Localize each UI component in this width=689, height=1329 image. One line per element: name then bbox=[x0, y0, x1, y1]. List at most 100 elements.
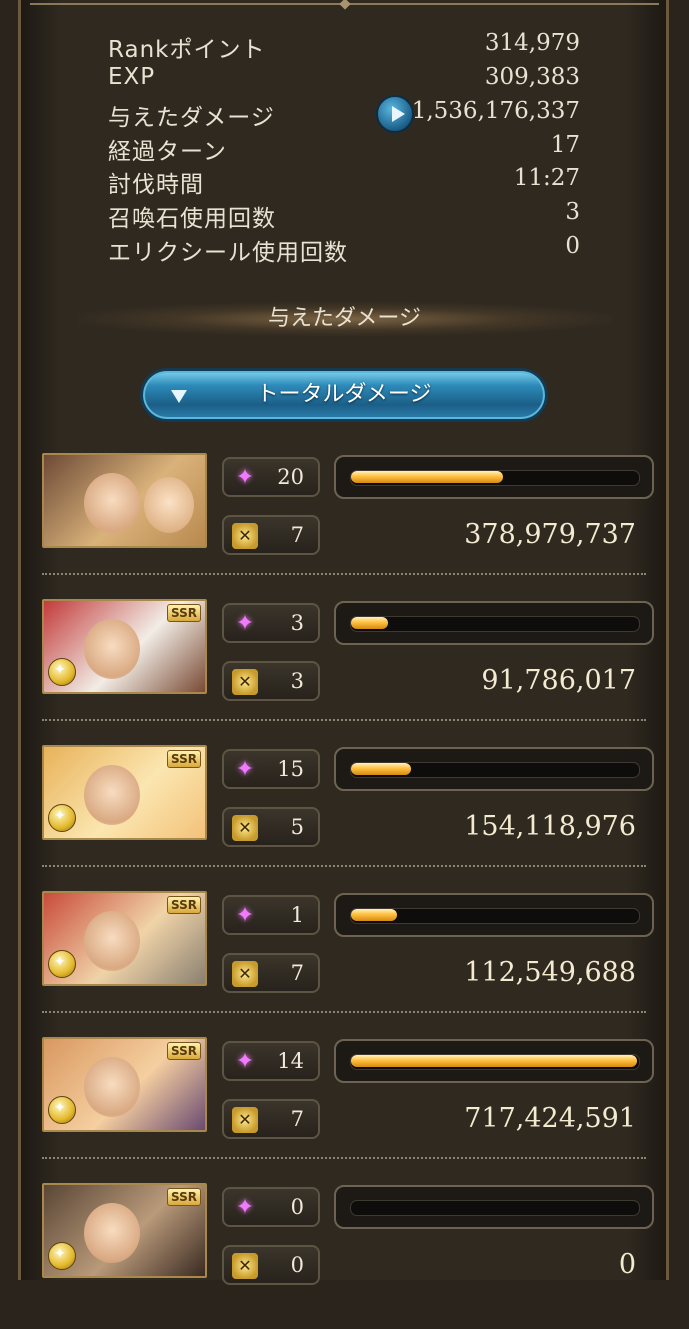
rarity-badge: SSR bbox=[167, 604, 201, 622]
total-damage-toggle-label: トータルダメージ bbox=[256, 382, 432, 407]
sparkle-icon: ✦ bbox=[235, 903, 255, 928]
stat-label: エリクシール使用回数 bbox=[108, 240, 348, 266]
damage-share-fill bbox=[351, 909, 397, 921]
damage-share-bar bbox=[334, 1185, 654, 1229]
damage-share-bar bbox=[334, 601, 654, 645]
ability-use-count: 0 bbox=[290, 1195, 304, 1219]
character-face bbox=[144, 477, 194, 533]
stat-value: 1,536,176,337 bbox=[411, 98, 580, 124]
sparkle-icon: ✦ bbox=[235, 465, 255, 490]
character-row: SSR✦1✕7112,549,688 bbox=[42, 891, 654, 1037]
character-row: SSR ✦15 ✕5 154,118,976 bbox=[42, 745, 654, 891]
ability-use-counter: ✦ 0 bbox=[222, 1187, 320, 1227]
element-light-icon bbox=[48, 1096, 76, 1124]
damage-value: 91,786,017 bbox=[481, 665, 636, 696]
ability-use-counter: ✦ 15 bbox=[222, 749, 320, 789]
damage-share-track bbox=[350, 1054, 640, 1070]
damage-value: 378,979,737 bbox=[464, 519, 636, 550]
stat-row: EXP 309,383 bbox=[108, 64, 580, 96]
ougi-count: 3 bbox=[290, 669, 304, 693]
damage-share-track bbox=[350, 616, 640, 632]
ability-use-count: 1 bbox=[290, 903, 304, 927]
element-light-icon bbox=[48, 950, 76, 978]
stat-label: EXP bbox=[108, 64, 156, 90]
damage-share-fill bbox=[351, 471, 503, 483]
damage-detail-play-button[interactable] bbox=[376, 95, 414, 133]
section-title: 与えたダメージ bbox=[268, 306, 421, 331]
total-damage-toggle-button[interactable]: トータルダメージ bbox=[140, 368, 548, 422]
ougi-count: 0 bbox=[290, 1253, 304, 1277]
ability-use-count: 3 bbox=[290, 611, 304, 635]
crossed-swords-icon: ✕ bbox=[232, 523, 258, 549]
ability-use-counter: ✦ 3 bbox=[222, 603, 320, 643]
stat-value: 0 bbox=[565, 233, 580, 259]
damage-share-fill bbox=[351, 1055, 637, 1067]
stat-label: 経過ターン bbox=[108, 139, 227, 165]
character-row: SSR✦3✕391,786,017 bbox=[42, 599, 654, 745]
damage-share-bar bbox=[334, 747, 654, 791]
stat-row: エリクシール使用回数 0 bbox=[108, 233, 580, 266]
character-face bbox=[84, 1057, 140, 1117]
character-portrait[interactable]: SSR bbox=[42, 1037, 207, 1132]
character-portrait[interactable]: SSR bbox=[42, 745, 207, 840]
character-face bbox=[84, 1203, 140, 1263]
crossed-swords-icon: ✕ bbox=[232, 1107, 258, 1133]
stat-label: Rankポイント bbox=[108, 37, 266, 63]
character-portrait[interactable]: SSR bbox=[42, 599, 207, 694]
ougi-count: 7 bbox=[290, 961, 304, 985]
rarity-badge: SSR bbox=[167, 896, 201, 914]
character-portrait[interactable] bbox=[42, 453, 207, 548]
ability-use-counter: ✦ 20 bbox=[222, 457, 320, 497]
damage-value: 154,118,976 bbox=[464, 811, 636, 842]
row-divider bbox=[42, 865, 646, 867]
stat-row: 与えたダメージ 1,536,176,337 bbox=[108, 98, 580, 131]
sparkle-icon: ✦ bbox=[235, 611, 255, 636]
damage-share-bar bbox=[334, 1039, 654, 1083]
stat-row: 経過ターン 17 bbox=[108, 132, 580, 165]
ougi-count: 7 bbox=[290, 1107, 304, 1131]
character-face bbox=[84, 473, 140, 533]
ougi-counter: ✕ 3 bbox=[222, 661, 320, 701]
stat-row: Rankポイント 314,979 bbox=[108, 30, 580, 63]
row-divider bbox=[42, 1011, 646, 1013]
damage-share-fill bbox=[351, 617, 388, 629]
stat-row: 討伐時間 11:27 bbox=[108, 165, 580, 198]
ability-use-counter: ✦ 1 bbox=[222, 895, 320, 935]
stat-value: 309,383 bbox=[484, 64, 580, 90]
ougi-counter: ✕ 5 bbox=[222, 807, 320, 847]
character-portrait[interactable]: SSR bbox=[42, 891, 207, 986]
row-divider bbox=[42, 573, 646, 575]
ability-use-count: 14 bbox=[277, 1049, 304, 1073]
character-portrait[interactable]: SSR bbox=[42, 1183, 207, 1278]
stat-label: 討伐時間 bbox=[108, 172, 204, 198]
damage-share-track bbox=[350, 908, 640, 924]
character-row: SSR✦0✕00 bbox=[42, 1183, 654, 1329]
damage-share-fill bbox=[351, 763, 411, 775]
panel-ornament bbox=[30, 3, 659, 15]
ability-use-count: 20 bbox=[277, 465, 304, 489]
crossed-swords-icon: ✕ bbox=[232, 1253, 258, 1279]
ability-use-count: 15 bbox=[277, 757, 304, 781]
stat-value: 11:27 bbox=[513, 165, 580, 191]
character-face bbox=[84, 765, 140, 825]
ougi-counter: ✕ 0 bbox=[222, 1245, 320, 1285]
stat-value: 17 bbox=[550, 132, 580, 158]
rarity-badge: SSR bbox=[167, 750, 201, 768]
damage-share-track bbox=[350, 470, 640, 486]
element-light-icon bbox=[48, 658, 76, 686]
row-divider bbox=[42, 719, 646, 721]
ougi-counter: ✕ 7 bbox=[222, 1099, 320, 1139]
ability-use-counter: ✦ 14 bbox=[222, 1041, 320, 1081]
stat-label: 与えたダメージ bbox=[108, 105, 275, 131]
crossed-swords-icon: ✕ bbox=[232, 961, 258, 987]
sparkle-icon: ✦ bbox=[235, 1195, 255, 1220]
damage-value: 112,549,688 bbox=[464, 957, 636, 988]
rarity-badge: SSR bbox=[167, 1188, 201, 1206]
sparkle-icon: ✦ bbox=[235, 1049, 255, 1074]
element-light-icon bbox=[48, 804, 76, 832]
character-row: SSR✦14✕7717,424,591 bbox=[42, 1037, 654, 1183]
ougi-counter: ✕ 7 bbox=[222, 515, 320, 555]
character-face bbox=[84, 911, 140, 971]
ougi-counter: ✕ 7 bbox=[222, 953, 320, 993]
stat-row: 召喚石使用回数 3 bbox=[108, 199, 580, 232]
